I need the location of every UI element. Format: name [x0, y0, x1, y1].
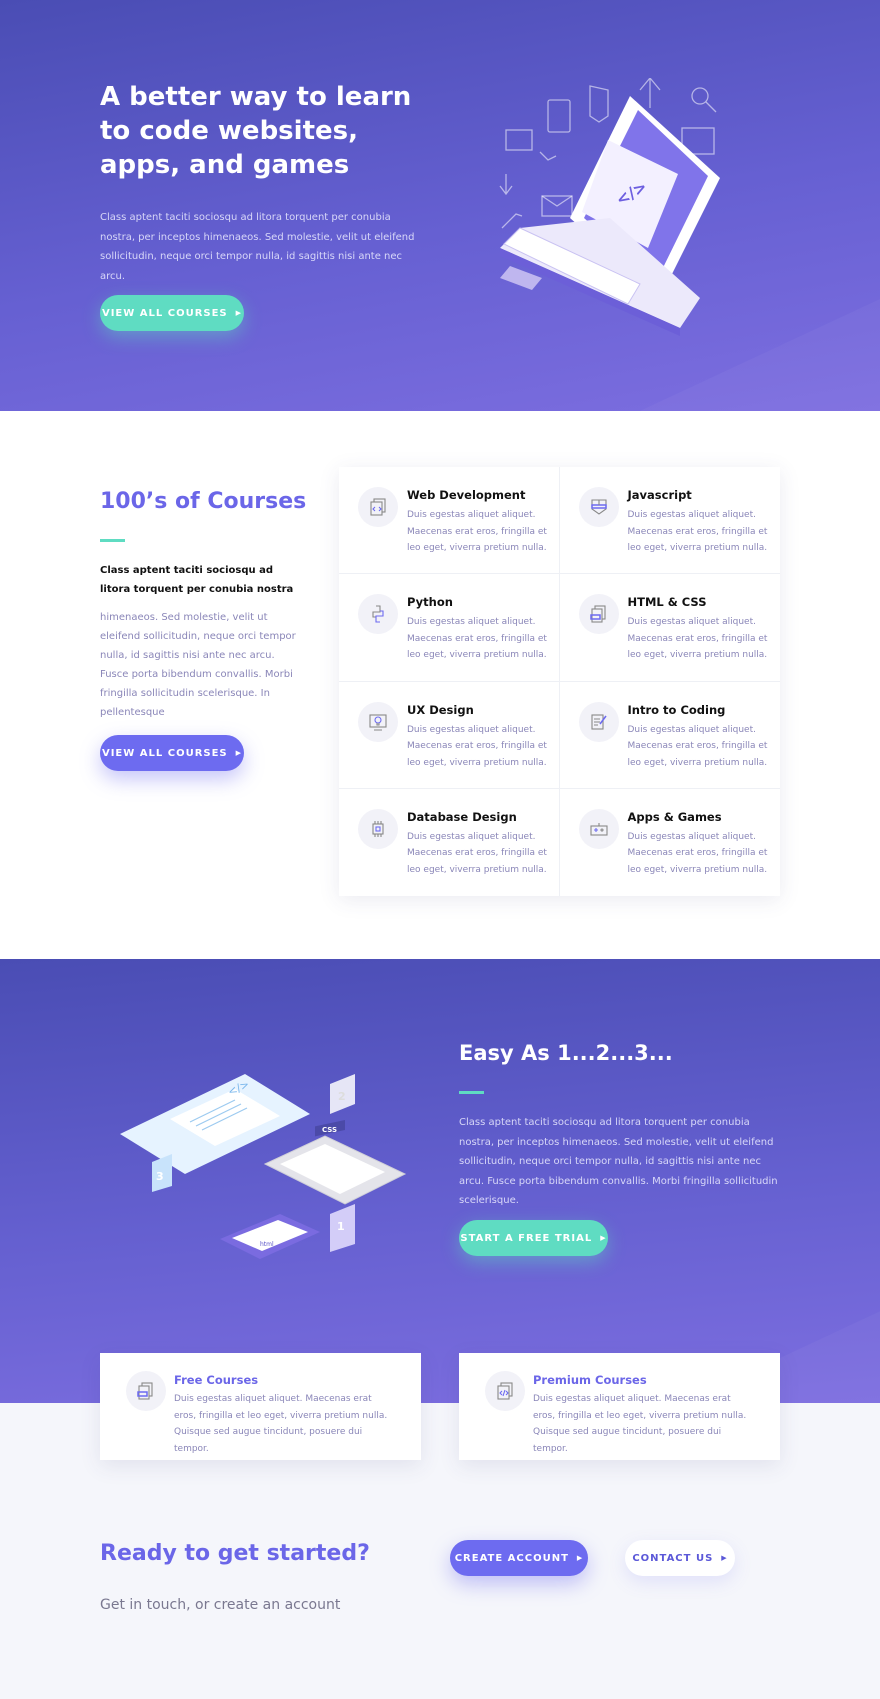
plan-title: Free Courses [174, 1373, 259, 1387]
course-title: Javascript [627, 488, 692, 502]
accent-divider [459, 1091, 484, 1094]
course-item[interactable]: Database Design Duis egestas aliquet ali… [339, 788, 560, 896]
course-item[interactable]: Intro to Coding Duis egestas aliquet ali… [559, 682, 780, 789]
course-text: Duis egestas aliquet aliquet. Maecenas e… [627, 510, 768, 553]
course-title: HTML & CSS [627, 595, 707, 610]
course-item[interactable]: UX Design Duis egestas aliquet aliquet. … [339, 681, 560, 789]
course-text: Duis egestas aliquet aliquet. Maecenas e… [627, 831, 768, 875]
button-label: CONTACT US [632, 1552, 714, 1564]
start-free-trial-button[interactable]: START A FREE TRIAL ▶ [459, 1220, 608, 1256]
course-item[interactable]: HTML & CSS Duis egestas aliquet aliquet.… [559, 574, 780, 682]
caret-right-icon: ▶ [576, 1554, 584, 1562]
button-label: VIEW ALL COURSES [101, 307, 228, 319]
gamepad-icon [578, 808, 619, 849]
plan-title: Premium Courses [533, 1373, 647, 1387]
caret-right-icon: ▶ [600, 1234, 607, 1242]
courses-title: 100’s of Courses [100, 489, 307, 514]
step-label: 3 [156, 1170, 164, 1183]
hero-section: A better way to learn to code websites, … [0, 0, 880, 411]
caret-right-icon: ▶ [721, 1554, 728, 1562]
steps-text: Class aptent taciti sociosqu ad litora t… [459, 1117, 778, 1206]
python-icon [358, 594, 398, 635]
course-item[interactable]: Python Duis egestas aliquet aliquet. Mae… [339, 574, 560, 682]
button-label: VIEW ALL COURSES [101, 747, 228, 759]
devices-illustration: </> 3 2 CSS html 1 [120, 1074, 407, 1259]
courses-lead: Class aptent taciti sociosqu ad litora t… [100, 565, 294, 595]
hero-title: A better way to learn to code websites, … [100, 82, 412, 180]
view-all-courses-button[interactable]: VIEW ALL COURSES ▶ [100, 295, 244, 331]
course-title: Database Design [407, 809, 517, 824]
course-title: UX Design [407, 702, 474, 717]
caret-right-icon: ▶ [235, 309, 243, 317]
contact-us-button[interactable]: CONTACT US ▶ [625, 1540, 735, 1576]
css-label: CSS [322, 1126, 337, 1134]
course-title: Web Development [407, 488, 526, 502]
courses-view-all-button[interactable]: VIEW ALL COURSES ▶ [100, 735, 244, 771]
create-account-button[interactable]: CREATE ACCOUNT ▶ [450, 1540, 588, 1576]
course-title: Apps & Games [627, 809, 722, 824]
caret-right-icon: ▶ [235, 749, 243, 757]
files-icon [126, 1371, 166, 1411]
button-label: CREATE ACCOUNT [454, 1552, 569, 1564]
lightbulb-monitor-icon [358, 701, 398, 742]
plan-card-free[interactable]: Free Courses Duis egestas aliquet alique… [100, 1353, 421, 1460]
steps-title: Easy As 1...2...3... [459, 1041, 673, 1065]
course-item[interactable]: Javascript Duis egestas aliquet aliquet.… [559, 467, 780, 575]
html-label: html [260, 1241, 274, 1248]
accent-divider [100, 539, 125, 542]
document-pen-icon [578, 701, 619, 742]
step-label: 1 [337, 1220, 345, 1233]
shield-icon [578, 487, 619, 527]
code-window-icon [358, 487, 398, 527]
course-item[interactable]: Apps & Games Duis egestas aliquet alique… [560, 789, 781, 896]
plan-card-premium[interactable]: Premium Courses Duis egestas aliquet ali… [459, 1353, 780, 1460]
course-grid: Web Development Duis egestas aliquet ali… [339, 467, 780, 896]
hero-text: Class aptent taciti sociosqu ad litora t… [100, 212, 415, 282]
plan-text: Duis egestas aliquet aliquet. Maecenas e… [533, 1394, 747, 1454]
course-title: Intro to Coding [627, 702, 726, 717]
course-text: Duis egestas aliquet aliquet. Maecenas e… [627, 724, 768, 768]
button-label: START A FREE TRIAL [460, 1232, 593, 1244]
course-text: Duis egestas aliquet aliquet. Maecenas e… [407, 617, 547, 661]
step-label: 2 [338, 1090, 346, 1103]
course-text: Duis egestas aliquet aliquet. Maecenas e… [407, 724, 547, 768]
plan-text: Duis egestas aliquet aliquet. Maecenas e… [174, 1394, 388, 1454]
course-text: Duis egestas aliquet aliquet. Maecenas e… [627, 617, 768, 661]
files-icon [578, 594, 619, 635]
laptop-illustration: </> [499, 78, 720, 336]
course-title: Python [407, 595, 453, 610]
course-text: Duis egestas aliquet aliquet. Maecenas e… [407, 831, 547, 875]
cta-subtitle: Get in touch, or create an account [100, 1597, 341, 1613]
course-item[interactable]: Web Development Duis egestas aliquet ali… [339, 467, 560, 575]
code-window-icon [485, 1371, 525, 1411]
chip-icon [358, 808, 398, 849]
cta-title: Ready to get started? [100, 1541, 370, 1566]
course-text: Duis egestas aliquet aliquet. Maecenas e… [407, 510, 547, 553]
bg-stripe [363, 1044, 880, 1403]
courses-text: himenaeos. Sed molestie, velit ut eleife… [100, 612, 296, 718]
